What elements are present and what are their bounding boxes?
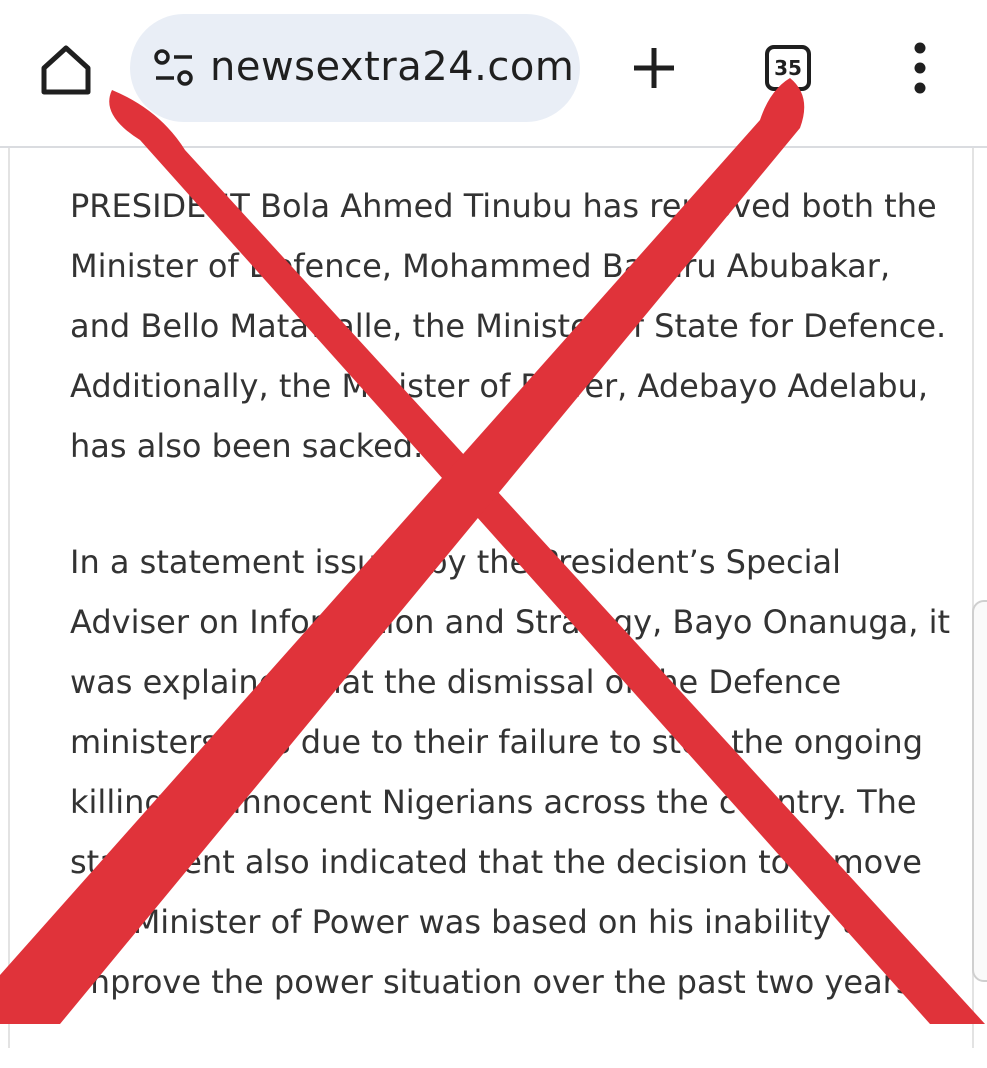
- menu-button[interactable]: [900, 38, 940, 98]
- home-button[interactable]: [38, 42, 94, 98]
- browser-toolbar: newsextra24.com 35: [0, 0, 987, 148]
- url-text[interactable]: newsextra24.com: [210, 42, 574, 92]
- new-tab-button[interactable]: [626, 40, 682, 96]
- tab-count: 35: [774, 56, 802, 80]
- article-body: PRESIDENT Bola Ahmed Tinubu has removed …: [70, 176, 950, 1068]
- home-icon: [41, 45, 91, 95]
- address-bar[interactable]: newsextra24.com: [130, 14, 580, 122]
- article-card: PRESIDENT Bola Ahmed Tinubu has removed …: [8, 148, 974, 1048]
- scroll-handle[interactable]: [972, 600, 987, 982]
- more-vert-icon: [914, 42, 926, 94]
- tune-icon[interactable]: [152, 48, 196, 88]
- tab-switcher-button[interactable]: 35: [765, 45, 811, 91]
- plus-icon: [634, 48, 674, 88]
- article-paragraph-2: In a statement issued by the President’s…: [70, 543, 951, 1001]
- article-paragraph-1: PRESIDENT Bola Ahmed Tinubu has removed …: [70, 187, 947, 465]
- web-content: PRESIDENT Bola Ahmed Tinubu has removed …: [0, 148, 987, 1048]
